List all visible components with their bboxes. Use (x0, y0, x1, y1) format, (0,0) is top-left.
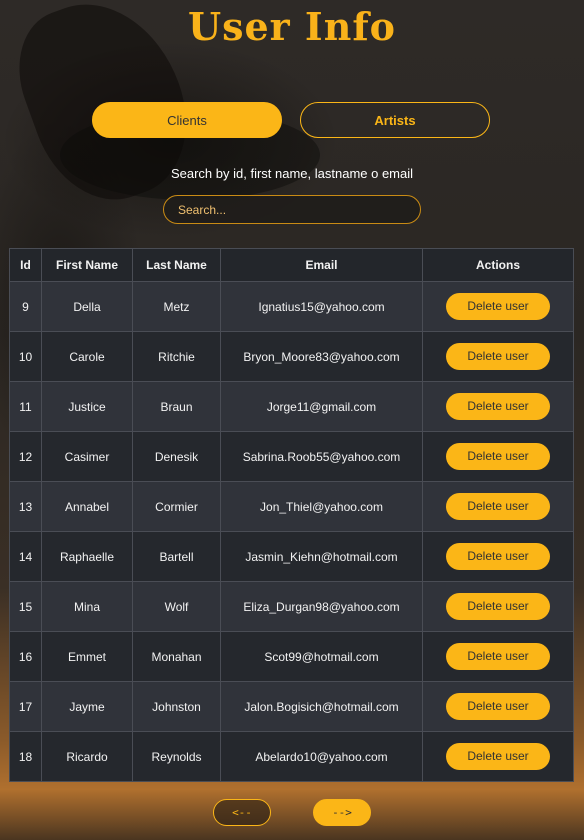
table-row: 17 Jayme Johnston Jalon.Bogisich@hotmail.co… (9, 681, 574, 732)
cell-first-name: Della (41, 281, 133, 332)
cell-first-name: Raphaelle (41, 531, 133, 582)
table-row: 18 Ricardo Reynolds Abelardo10@yahoo.com Del… (9, 731, 574, 782)
cell-email: Bryon_Moore83@yahoo.com (220, 331, 423, 382)
cell-id: 18 (9, 731, 42, 782)
cell-actions: Delete user (422, 431, 574, 482)
cell-last-name: Monahan (132, 631, 221, 682)
cell-last-name: Johnston (132, 681, 221, 732)
column-header-email: Email (220, 248, 423, 282)
search-input[interactable] (163, 195, 421, 224)
cell-actions: Delete user (422, 481, 574, 532)
cell-id: 10 (9, 331, 42, 382)
delete-user-button[interactable]: Delete user (446, 343, 550, 370)
cell-actions: Delete user (422, 581, 574, 632)
table-header-row: Id First Name Last Name Email Actions (9, 248, 574, 282)
delete-user-button[interactable]: Delete user (446, 293, 550, 320)
cell-actions: Delete user (422, 681, 574, 732)
pagination: <-- --> (0, 799, 584, 827)
delete-user-button[interactable]: Delete user (446, 493, 550, 520)
delete-user-button[interactable]: Delete user (446, 543, 550, 570)
cell-email: Jon_Thiel@yahoo.com (220, 481, 423, 532)
cell-id: 17 (9, 681, 42, 732)
cell-first-name: Annabel (41, 481, 133, 532)
cell-first-name: Jayme (41, 681, 133, 732)
delete-user-button[interactable]: Delete user (446, 743, 550, 770)
table-body: 9 Della Metz Ignatius15@yahoo.com Delete use… (9, 281, 574, 782)
cell-last-name: Cormier (132, 481, 221, 532)
table-row: 11 Justice Braun Jorge11@gmail.com Delete us… (9, 381, 574, 432)
cell-email: Sabrina.Roob55@yahoo.com (220, 431, 423, 482)
tab-clients[interactable]: Clients (92, 102, 282, 138)
cell-id: 13 (9, 481, 42, 532)
cell-email: Abelardo10@yahoo.com (220, 731, 423, 782)
cell-id: 9 (9, 281, 42, 332)
cell-actions: Delete user (422, 281, 574, 332)
cell-id: 11 (9, 381, 42, 432)
cell-last-name: Metz (132, 281, 221, 332)
column-header-actions: Actions (422, 248, 574, 282)
cell-last-name: Denesik (132, 431, 221, 482)
table-row: 13 Annabel Cormier Jon_Thiel@yahoo.com Delet… (9, 481, 574, 532)
cell-email: Eliza_Durgan98@yahoo.com (220, 581, 423, 632)
tab-artists[interactable]: Artists (300, 102, 490, 138)
next-page-button[interactable]: --> (313, 799, 371, 826)
cell-email: Jasmin_Kiehn@hotmail.com (220, 531, 423, 582)
column-header-first-name: First Name (41, 248, 133, 282)
cell-actions: Delete user (422, 331, 574, 382)
cell-last-name: Ritchie (132, 331, 221, 382)
cell-id: 12 (9, 431, 42, 482)
cell-first-name: Carole (41, 331, 133, 382)
delete-user-button[interactable]: Delete user (446, 693, 550, 720)
delete-user-button[interactable]: Delete user (446, 643, 550, 670)
cell-email: Scot99@hotmail.com (220, 631, 423, 682)
delete-user-button[interactable]: Delete user (446, 393, 550, 420)
table-row: 15 Mina Wolf Eliza_Durgan98@yahoo.com Delete… (9, 581, 574, 632)
cell-last-name: Braun (132, 381, 221, 432)
cell-id: 16 (9, 631, 42, 682)
cell-first-name: Emmet (41, 631, 133, 682)
tab-bar: Clients Artists (92, 102, 492, 140)
cell-email: Ignatius15@yahoo.com (220, 281, 423, 332)
cell-first-name: Ricardo (41, 731, 133, 782)
table-row: 12 Casimer Denesik Sabrina.Roob55@yahoo.com… (9, 431, 574, 482)
cell-last-name: Bartell (132, 531, 221, 582)
cell-email: Jalon.Bogisich@hotmail.com (220, 681, 423, 732)
cell-id: 14 (9, 531, 42, 582)
cell-actions: Delete user (422, 531, 574, 582)
column-header-last-name: Last Name (132, 248, 221, 282)
table-row: 10 Carole Ritchie Bryon_Moore83@yahoo.com De… (9, 331, 574, 382)
table-row: 16 Emmet Monahan Scot99@hotmail.com Delete u… (9, 631, 574, 682)
cell-actions: Delete user (422, 381, 574, 432)
search-label: Search by id, first name, lastname o ema… (170, 166, 414, 181)
cell-first-name: Casimer (41, 431, 133, 482)
cell-first-name: Mina (41, 581, 133, 632)
cell-email: Jorge11@gmail.com (220, 381, 423, 432)
column-header-id: Id (9, 248, 42, 282)
cell-last-name: Reynolds (132, 731, 221, 782)
cell-id: 15 (9, 581, 42, 632)
table-row: 14 Raphaelle Bartell Jasmin_Kiehn@hotmail.c… (9, 531, 574, 582)
users-table: Id First Name Last Name Email Actions 9D… (9, 248, 574, 782)
cell-actions: Delete user (422, 731, 574, 782)
page-title: User Info (187, 4, 397, 49)
delete-user-button[interactable]: Delete user (446, 593, 550, 620)
cell-first-name: Justice (41, 381, 133, 432)
cell-last-name: Wolf (132, 581, 221, 632)
delete-user-button[interactable]: Delete user (446, 443, 550, 470)
cell-actions: Delete user (422, 631, 574, 682)
previous-page-button[interactable]: <-- (213, 799, 271, 826)
users-table-container: Id First Name Last Name Email Actions 9D… (9, 248, 574, 782)
table-row: 9 Della Metz Ignatius15@yahoo.com Delete use… (9, 281, 574, 332)
